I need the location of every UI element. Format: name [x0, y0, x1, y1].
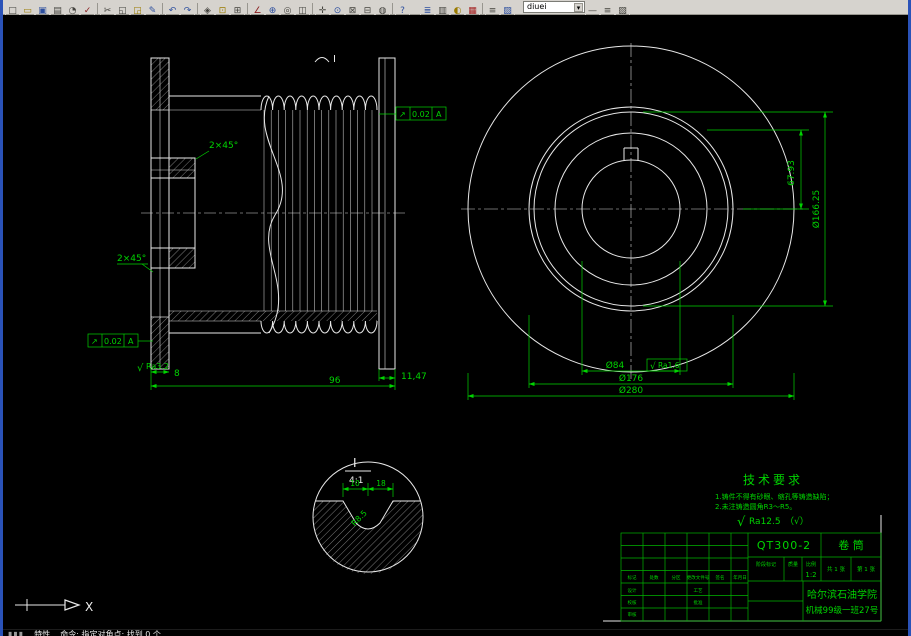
mid-dia-dim: Ø176: [619, 373, 644, 384]
flange-right-width-dim: 11,47: [401, 372, 427, 382]
fcf1-symbol: ↗: [399, 110, 406, 119]
flange-left-width-dim: 8: [174, 369, 180, 379]
toolbar-separator: [197, 2, 198, 14]
bore-roughness-label: Ra1.6: [658, 361, 680, 370]
mass-label: 质量: [788, 561, 798, 568]
layer-combo-value: diuei: [527, 2, 547, 11]
fcf1-datum: A: [436, 110, 442, 119]
mark-label: 标记: [628, 574, 637, 581]
sheets-total: 共 1 张: [827, 565, 845, 573]
scale-value: 1:2: [805, 571, 816, 579]
fcf1-value: 0.02: [412, 110, 430, 119]
fcf2-datum: A: [128, 337, 134, 346]
status-properties-label: 特性: [34, 630, 51, 636]
drawing-canvas[interactable]: I 2×45° 2×45° ↗ 0.02 A ↗ 0.02 A √ Ra3.2 …: [3, 15, 908, 629]
tech-req-line2: 2.未注铸造圆角R3～R5。: [715, 502, 796, 511]
title-block: QT300-2 卷 筒 阶段标记 质量 比例 1:2 共 1 张 第 1 张 哈…: [603, 515, 882, 622]
approve-label: 批准: [694, 599, 703, 606]
front-view: [461, 43, 805, 379]
roughness-check-icon: √: [137, 363, 144, 374]
technical-requirements: 技术要求 1.铸件不得有砂眼、缩孔等铸造缺陷； 2.未注铸造圆角R3～R5。 √…: [715, 473, 834, 530]
detail-dim1: 10: [350, 479, 360, 488]
detail-radius-dim: R8.5: [350, 509, 369, 528]
global-roughness-suffix: （√）: [785, 516, 809, 527]
outer-dia-dim: Ø280: [619, 385, 644, 396]
section-view: I: [141, 54, 408, 370]
groove-lines: [263, 110, 373, 311]
toolbar-separator: [97, 2, 98, 14]
org-name-line1: 哈尔滨石油学院: [807, 588, 877, 601]
toolbar-separator: [392, 2, 393, 14]
section-mark-label: I: [333, 54, 336, 65]
global-roughness-check-icon: √: [737, 515, 746, 530]
overall-length-dim: 96: [329, 376, 341, 386]
change-no-label: 更改文件号: [687, 574, 710, 581]
global-roughness-label: Ra12.5: [749, 517, 781, 527]
toolbar-separator: [162, 2, 163, 14]
sheet-number: 第 1 张: [857, 565, 875, 573]
drawing-number: QT300-2: [757, 539, 811, 552]
ucs-x-label: X: [85, 600, 93, 614]
chamfer-top-label: 2×45°: [209, 141, 238, 151]
chevron-down-icon: ▾: [574, 2, 583, 12]
design-label: 设计: [628, 587, 637, 594]
drawing-svg: I 2×45° 2×45° ↗ 0.02 A ↗ 0.02 A √ Ra3.2 …: [15, 43, 882, 622]
tech-req-title: 技术要求: [743, 473, 803, 487]
keyway-dim: 67.93: [787, 160, 797, 186]
org-name-line2: 机械99级一班27号: [806, 605, 879, 616]
fcf2-symbol: ↗: [91, 337, 98, 346]
tech-req-line1: 1.铸件不得有砂眼、缩孔等铸造缺陷；: [715, 492, 834, 501]
toolbar-separator: [312, 2, 313, 14]
barrel-roughness-label: Ra3.2: [146, 362, 169, 371]
zone-label: 分区: [672, 574, 681, 581]
front-view-dims: 67.93 Ø166.25 Ø84 √ Ra1.6 Ø176 Ø280: [467, 111, 833, 400]
sign-label: 签名: [716, 574, 725, 581]
command-line[interactable]: ▮▮▮ 特性 命令: 指定对角点: 找到 0 个: [3, 629, 908, 636]
layer-combo[interactable]: diuei ▾: [523, 1, 585, 13]
bore-roughness-check-icon: √: [650, 361, 656, 372]
detail-view: I 4:1 10 18 R8.5: [312, 456, 424, 574]
status-blocks: ▮▮▮: [8, 630, 25, 636]
detail-dim2: 18: [376, 479, 386, 488]
part-name: 卷 筒: [838, 538, 864, 552]
audit-label: 审核: [628, 611, 637, 618]
toolbar-separator: [247, 2, 248, 14]
stage-mark-label: 阶段标记: [756, 561, 776, 568]
check-label: 校核: [628, 599, 637, 606]
section-view-dims: 2×45° 2×45° ↗ 0.02 A ↗ 0.02 A √ Ra3.2 8 …: [87, 106, 447, 390]
app-window: □ ▭ ▣ ▤ ◔ ✓ ✂ ◱ ◲ ✎ ↶ ↷ ◈ ⊡ ⊞ ∠ ⊕ ◎ ◫ ✛ ⊙ ⊠ ⊟ ◍? ≣ ▥ ◐ ▦ ≡ ▨ diuei ▾…: [0, 0, 911, 636]
bore-dia-dim: Ø84: [606, 360, 625, 371]
scale-label: 比例: [806, 561, 816, 568]
ucs-axis-icon: X: [15, 599, 93, 614]
toolbar-separator: [482, 2, 483, 14]
toolbar: □ ▭ ▣ ▤ ◔ ✓ ✂ ◱ ◲ ✎ ↶ ↷ ◈ ⊡ ⊞ ∠ ⊕ ◎ ◫ ✛ ⊙ ⊠ ⊟ ◍? ≣ ▥ ◐ ▦ ≡ ▨ diuei ▾…: [3, 0, 908, 17]
count-label: 处数: [650, 574, 659, 581]
chamfer-bottom-label: 2×45°: [117, 254, 146, 264]
groove-dia-dim: Ø166.25: [811, 190, 822, 229]
command-prompt-text: 命令: 指定对角点: 找到 0 个: [60, 630, 161, 636]
fcf2-value: 0.02: [104, 337, 122, 346]
craft-label: 工艺: [694, 588, 703, 594]
date-label: 年月日: [733, 574, 747, 581]
